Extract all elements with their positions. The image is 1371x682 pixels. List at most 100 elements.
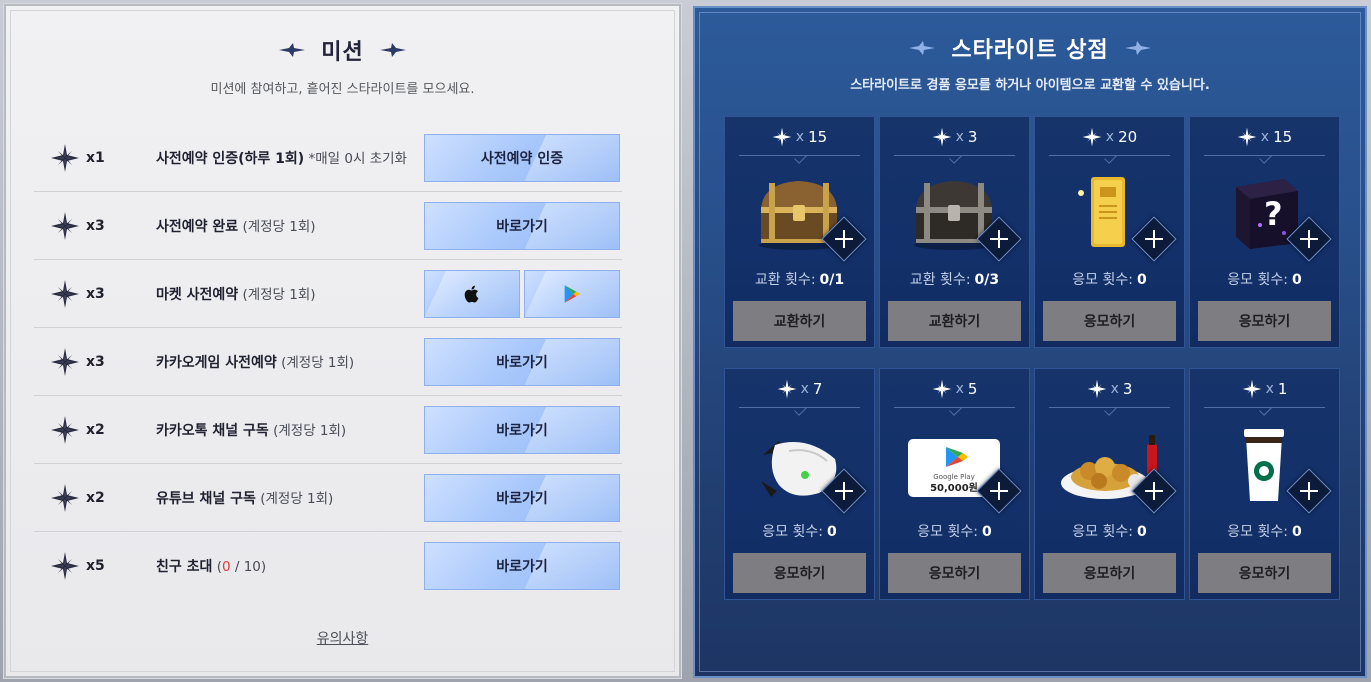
mission-title: 미션 (321, 40, 364, 65)
app-store-button[interactable] (424, 270, 520, 318)
apply-button[interactable]: 응모하기 (1198, 301, 1331, 341)
exchange-button[interactable]: 교환하기 (888, 301, 1021, 341)
apply-button[interactable]: 응모하기 (733, 553, 866, 593)
card-count: 응모 횟수: 0 (1190, 269, 1339, 289)
ornament-left-icon (907, 40, 937, 56)
cost-x: x (1260, 129, 1270, 145)
google-play-icon (564, 285, 581, 303)
card-divider (894, 155, 1015, 156)
cost-value: 7 (812, 380, 823, 398)
go-button[interactable]: 바로가기 (424, 542, 620, 590)
count-value: 0/3 (974, 272, 1000, 288)
mission-subtitle: 미션에 참여하고, 흩어진 스타라이트를 모으세요. (210, 82, 475, 97)
preregister-verify-button[interactable]: 사전예약 인증 (424, 134, 620, 182)
reward-multiplier: x1 (86, 149, 105, 166)
card-count: 응모 횟수: 0 (880, 521, 1029, 541)
reward-multiplier: x3 (86, 353, 105, 370)
mission-text: 마켓 사전예약 (계정당 1회) (156, 283, 440, 304)
count-value: 0/1 (819, 272, 845, 288)
cost-value: 3 (1122, 380, 1133, 398)
count-value: 0 (826, 524, 837, 540)
reward-multiplier: x2 (86, 421, 105, 438)
shop-card: x3 응모 횟수: 0 응모하기 (1034, 368, 1185, 600)
button-label: 바로가기 (496, 491, 548, 507)
count-label: 응모 횟수: (917, 524, 978, 540)
invite-count: 0 (221, 559, 231, 575)
card-cost: x7 (725, 379, 874, 399)
starlight-icon (1082, 127, 1102, 147)
card-cost: x 15 (1190, 127, 1339, 147)
mission-row: x2 카카오톡 채널 구독 (계정당 1회) 바로가기 (34, 396, 622, 464)
shop-header: 스타라이트 상점 스타라이트로 경품 응모를 하거나 아이템으로 교환할 수 있… (695, 32, 1365, 93)
card-divider (1204, 155, 1325, 156)
starlight-icon (50, 347, 80, 377)
cost-x: x (800, 381, 809, 397)
mission-row: x3 카카오게임 사전예약 (계정당 1회) 바로가기 (34, 328, 622, 396)
cost-x: x (955, 129, 964, 145)
mission-name: 유튜브 채널 구독 (156, 491, 256, 507)
count-label: 교환 횟수: (909, 272, 971, 288)
mission-name: 친구 초대 (156, 559, 213, 575)
shop-title: 스타라이트 상점 (951, 38, 1109, 63)
mission-note: (계정당 1회) (238, 219, 316, 235)
starlight-icon (50, 211, 80, 241)
reward-multiplier: x2 (86, 489, 105, 506)
card-divider (1049, 155, 1170, 156)
go-button[interactable]: 바로가기 (424, 202, 620, 250)
reward-multiplier: x3 (86, 217, 105, 234)
count-label: 응모 횟수: (762, 524, 823, 540)
mission-name: 사전예약 완료 (156, 219, 239, 235)
count-label: 응모 횟수: (1227, 272, 1288, 288)
card-divider (1049, 407, 1170, 408)
count-value: 0 (1291, 272, 1302, 288)
starlight-icon (50, 415, 80, 445)
card-count: 교환 횟수: 0/1 (725, 269, 874, 289)
google-play-button[interactable] (524, 270, 620, 318)
go-button[interactable]: 바로가기 (424, 338, 620, 386)
starlight-icon (932, 379, 952, 399)
cost-value: 15 (1273, 128, 1293, 146)
apply-button[interactable]: 응모하기 (1043, 553, 1176, 593)
card-count: 응모 횟수: 0 (725, 521, 874, 541)
go-button[interactable]: 바로가기 (424, 474, 620, 522)
reward-multiplier: x5 (86, 558, 105, 574)
mission-note: (계정당 1회) (255, 491, 334, 507)
mission-text: 사전예약 완료 (계정당 1회) (156, 215, 440, 236)
mission-row: x1 사전예약 인증(하루 1회) *매일 0시 초기화 사전예약 인증 (34, 124, 622, 192)
mission-row: x2 유튜브 채널 구독 (계정당 1회) 바로가기 (34, 464, 622, 532)
cost-value: 5 (967, 380, 978, 398)
starlight-icon (932, 127, 952, 147)
shop-grid-row: x 15 교환 횟수: 0/1 교환하기 x3 교환 횟수: 0/3 교환하기 … (724, 116, 1342, 348)
cost-value: 15 (808, 128, 828, 146)
reward-multiplier: x3 (86, 285, 105, 302)
card-cost: x3 (1035, 379, 1184, 399)
apply-button[interactable]: 응모하기 (888, 553, 1021, 593)
apply-button[interactable]: 응모하기 (1198, 553, 1331, 593)
button-label: 바로가기 (496, 355, 548, 371)
apply-button[interactable]: 응모하기 (1043, 301, 1176, 341)
mission-row: x3 사전예약 완료 (계정당 1회) 바로가기 (34, 192, 622, 260)
go-button[interactable]: 바로가기 (424, 406, 620, 454)
notice-link[interactable]: 유의사항 (6, 628, 679, 648)
mission-note: (계정당 1회) (268, 423, 347, 439)
button-label: 사전예약 인증 (480, 151, 564, 167)
cost-x: x (1110, 381, 1119, 397)
mission-text: 카카오톡 채널 구독 (계정당 1회) (156, 419, 440, 440)
svg-text:?: ? (1264, 195, 1283, 233)
exchange-button[interactable]: 교환하기 (733, 301, 866, 341)
ornament-right-icon (378, 42, 408, 58)
card-cost: x1 (1190, 379, 1339, 399)
cost-value: 1 (1277, 380, 1288, 398)
card-divider (739, 407, 860, 408)
svg-text:50,000원: 50,000원 (930, 481, 978, 494)
starlight-icon (772, 127, 792, 147)
mission-text: 카카오게임 사전예약 (계정당 1회) (156, 351, 440, 372)
shop-card: x3 교환 횟수: 0/3 교환하기 (879, 116, 1030, 348)
svg-text:Google Play: Google Play (933, 473, 975, 481)
mission-header: 미션 미션에 참여하고, 흩어진 스타라이트를 모으세요. (6, 34, 679, 97)
card-divider (739, 155, 860, 156)
button-label: 바로가기 (496, 559, 548, 575)
mission-row: x3 마켓 사전예약 (계정당 1회) (34, 260, 622, 328)
cost-x: x (955, 381, 964, 397)
mission-text: 유튜브 채널 구독 (계정당 1회) (156, 487, 440, 508)
